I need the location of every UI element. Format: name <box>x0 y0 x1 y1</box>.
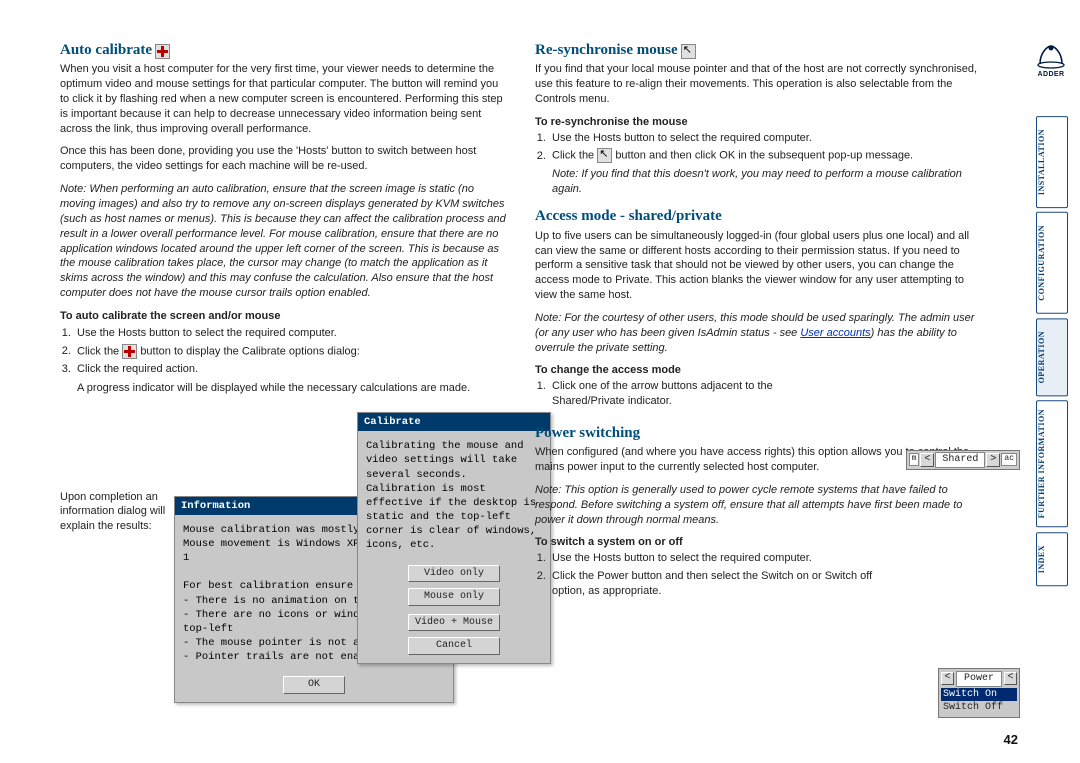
auto-steps: Use the Hosts button to select the requi… <box>74 326 507 396</box>
btn-video-mouse[interactable]: Video + Mouse <box>408 614 500 632</box>
heading-access: Access mode - shared/private <box>535 206 982 226</box>
resync-step-2: Click the button and then click OK in th… <box>549 148 982 196</box>
power-switch-on[interactable]: Switch On <box>941 688 1017 702</box>
shared-label: Shared <box>935 452 985 468</box>
left-column: Auto calibrate When you visit a host com… <box>60 40 507 703</box>
auto-p2: Once this has been done, providing you u… <box>60 144 507 174</box>
resync-step-1: Use the Hosts button to select the requi… <box>549 131 982 146</box>
btn-video-only[interactable]: Video only <box>408 565 500 583</box>
access-note: Note: For the courtesy of other users, t… <box>535 311 982 356</box>
auto-step-2: Click the button to display the Calibrat… <box>74 344 507 359</box>
auto-step-3: Click the required action. A progress in… <box>74 362 507 396</box>
btn-mouse-only[interactable]: Mouse only <box>408 588 500 606</box>
resync-icon-inline <box>597 148 612 163</box>
page-number: 42 <box>1004 732 1018 747</box>
tab-index[interactable]: INDEX <box>1036 532 1068 586</box>
auto-note: Note: When performing an auto calibratio… <box>60 182 507 301</box>
subhead-resync: To re-synchronise the mouse <box>535 115 982 130</box>
resync-icon <box>681 44 696 59</box>
heading-resync: Re-synchronise mouse <box>535 40 678 60</box>
access-p1: Up to five users can be simultaneously l… <box>535 229 982 303</box>
subhead-auto-calibrate: To auto calibrate the screen and/or mous… <box>60 309 507 324</box>
access-steps: Click one of the arrow buttons adjacent … <box>549 379 982 409</box>
auto-step-1: Use the Hosts button to select the requi… <box>74 326 507 341</box>
subhead-power: To switch a system on or off <box>535 535 982 550</box>
heading-auto-calibrate: Auto calibrate <box>60 40 152 60</box>
info-aside-text: Upon completion an information dialog wi… <box>60 490 166 703</box>
resync-steps: Use the Hosts button to select the requi… <box>549 131 982 197</box>
power-label: Power <box>956 671 1002 687</box>
adder-logo: ADDER <box>1031 42 1071 78</box>
btn-cancel[interactable]: Cancel <box>408 637 500 655</box>
subhead-access: To change the access mode <box>535 363 982 378</box>
power-next-button[interactable]: < <box>1004 672 1017 685</box>
tab-configuration[interactable]: CONFIGURATION <box>1036 212 1068 314</box>
tab-further-information[interactable]: FURTHER INFORMATION <box>1036 400 1068 527</box>
shared-next-button[interactable]: > <box>986 453 1000 467</box>
link-user-accounts[interactable]: User accounts <box>800 327 870 339</box>
resync-p1: If you find that your local mouse pointe… <box>535 62 982 107</box>
btn-ok[interactable]: OK <box>283 676 345 694</box>
power-switch-off[interactable]: Switch Off <box>941 701 1017 715</box>
auto-p1: When you visit a host computer for the v… <box>60 62 507 136</box>
calibrate-dialog-body: Calibrating the mouse and video settings… <box>358 431 550 560</box>
access-step-1: Click one of the arrow buttons adjacent … <box>549 379 832 409</box>
power-step-1: Use the Hosts button to select the requi… <box>549 551 982 566</box>
calibrate-dialog-title: Calibrate <box>358 413 550 431</box>
power-prev-button[interactable]: < <box>941 672 954 685</box>
shared-indicator: m < Shared > ac <box>906 450 1020 470</box>
power-steps: Use the Hosts button to select the requi… <box>549 551 982 599</box>
heading-power: Power switching <box>535 423 982 443</box>
sidebar-tabs: ADDER INSTALLATION CONFIGURATION OPERATI… <box>1031 42 1071 722</box>
calibrate-dialog: Calibrate Calibrating the mouse and vide… <box>357 412 551 664</box>
power-note: Note: This option is generally used to p… <box>535 483 982 528</box>
power-step-2: Click the Power button and then select t… <box>549 569 892 599</box>
shared-prev-button[interactable]: < <box>920 453 934 467</box>
calibrate-icon <box>155 44 170 59</box>
tab-operation[interactable]: OPERATION <box>1036 318 1068 396</box>
power-menu: < Power < Switch On Switch Off <box>938 668 1020 718</box>
right-column: Re-synchronise mouse If you find that yo… <box>535 40 1020 703</box>
tab-installation[interactable]: INSTALLATION <box>1036 116 1068 208</box>
calibrate-icon-inline <box>122 344 137 359</box>
